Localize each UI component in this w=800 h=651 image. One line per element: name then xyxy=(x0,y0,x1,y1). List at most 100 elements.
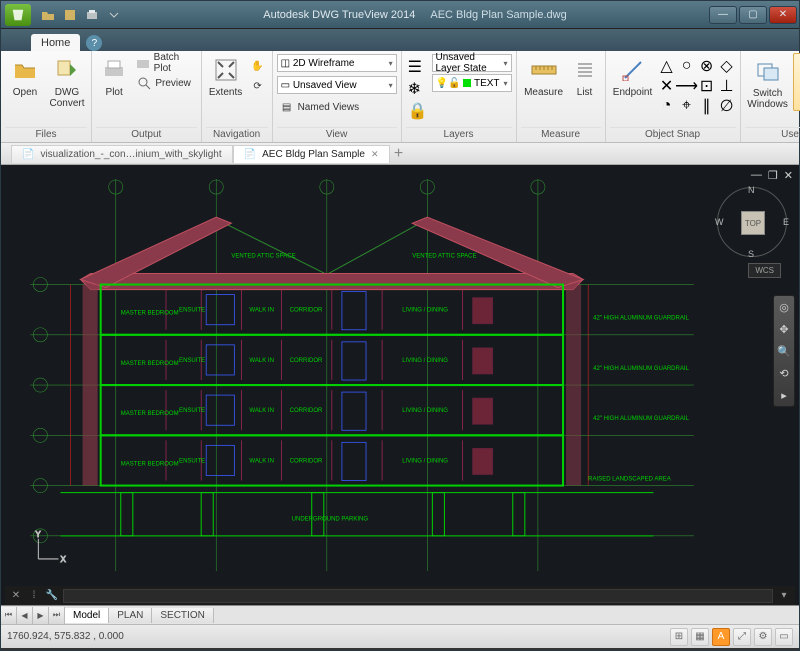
svg-text:MASTER BEDROOM: MASTER BEDROOM xyxy=(121,361,179,367)
osnap-extension-icon[interactable]: ⟶ xyxy=(678,77,696,95)
viewport-restore-icon[interactable]: ❐ xyxy=(768,169,778,182)
dwg-icon: 📄 xyxy=(244,149,256,160)
panel-output: Plot Batch Plot Preview Output xyxy=(92,51,202,142)
osnap-node-icon[interactable]: ⊗ xyxy=(698,57,716,75)
viewcube-w[interactable]: W xyxy=(715,217,724,227)
close-tab-icon[interactable]: ✕ xyxy=(371,149,379,160)
app-menu-button[interactable] xyxy=(5,4,31,26)
status-annotation-button[interactable]: A xyxy=(712,628,730,646)
saved-view-combo[interactable]: ▭ Unsaved View▾ xyxy=(277,76,397,94)
osnap-none-icon[interactable]: ∅ xyxy=(718,97,736,115)
viewcube-e[interactable]: E xyxy=(783,217,789,227)
dwg-convert-button[interactable]: DWG Convert xyxy=(47,53,87,109)
status-workspace-button[interactable]: ⚙ xyxy=(754,628,772,646)
status-scale-button[interactable]: ⤢ xyxy=(733,628,751,646)
close-button[interactable]: ✕ xyxy=(769,6,797,24)
layout-nav-prev[interactable]: ◀ xyxy=(17,607,33,624)
osnap-parallel-icon[interactable]: ∥ xyxy=(698,97,716,115)
command-input[interactable] xyxy=(63,589,773,603)
qat-dropdown-icon[interactable] xyxy=(105,6,123,24)
cmd-handle-icon[interactable]: ⁞ xyxy=(27,589,41,603)
layer-lock-icon[interactable]: 🔒 xyxy=(408,101,428,121)
layer-props-icon[interactable]: ☰ xyxy=(408,57,428,77)
wcs-label[interactable]: WCS xyxy=(748,263,781,278)
file-tabs-button[interactable]: File Tabs xyxy=(793,53,800,111)
drawing-viewport[interactable]: — ❐ ✕ N E S W TOP WCS ◎ ✥ 🔍 ⟲ ▸ xyxy=(1,165,799,605)
osnap-midpoint-icon[interactable]: △ xyxy=(658,57,676,75)
layout-tab-section[interactable]: SECTION xyxy=(152,608,213,623)
layer-freeze-icon[interactable]: ❄ xyxy=(408,79,428,99)
batch-plot-button[interactable]: Batch Plot xyxy=(134,53,196,73)
svg-text:42" HIGH ALUMINUM GUARDRAIL: 42" HIGH ALUMINUM GUARDRAIL xyxy=(593,366,689,372)
osnap-perpendicular-icon[interactable]: ⊥ xyxy=(718,77,736,95)
osnap-center-icon[interactable]: ○ xyxy=(678,57,696,75)
nav-showmotion-icon[interactable]: ▸ xyxy=(776,387,792,403)
qat-open-icon[interactable] xyxy=(39,6,57,24)
cmd-wrench-icon[interactable]: 🔧 xyxy=(45,589,59,603)
chevron-down-icon: ▾ xyxy=(385,81,393,90)
layout-nav-next[interactable]: ▶ xyxy=(33,607,49,624)
add-tab-button[interactable]: + xyxy=(390,145,408,163)
layer-state-combo[interactable]: Unsaved Layer State▾ xyxy=(432,54,512,72)
osnap-grid: △ ○ ⊗ ◇ ✕ ⟶ ⊡ ⊥ ◔ ⌖ ∥ ∅ xyxy=(658,53,736,115)
viewcube-n[interactable]: N xyxy=(748,185,755,195)
minimize-button[interactable]: — xyxy=(709,6,737,24)
osnap-tangent-icon[interactable]: ◔ xyxy=(658,97,676,115)
preview-button[interactable]: Preview xyxy=(134,73,196,93)
layout-nav-first[interactable]: ⏮ xyxy=(1,607,17,624)
status-bar: 1760.924, 575.832 , 0.000 ⊞ ▦ A ⤢ ⚙ ▭ xyxy=(1,624,799,648)
cmd-recent-icon[interactable]: ▾ xyxy=(777,589,791,603)
layout-tab-plan[interactable]: PLAN xyxy=(109,608,152,623)
viewcube-s[interactable]: S xyxy=(748,249,754,259)
switch-windows-icon xyxy=(753,56,783,86)
nav-orbit-icon[interactable]: ⟲ xyxy=(776,365,792,381)
layout-tab-model[interactable]: Model xyxy=(65,608,109,623)
osnap-intersection-icon[interactable]: ✕ xyxy=(658,77,676,95)
qat-convert-icon[interactable] xyxy=(61,6,79,24)
list-button[interactable]: List xyxy=(569,53,601,98)
status-model-button[interactable]: ⊞ xyxy=(670,628,688,646)
tab-home[interactable]: Home xyxy=(31,34,80,51)
dwg-convert-icon xyxy=(52,55,82,85)
window-title: Autodesk DWG TrueView 2014 AEC Bldg Plan… xyxy=(123,9,707,21)
named-views-button[interactable]: ▤Named Views xyxy=(277,97,362,117)
osnap-nearest-icon[interactable]: ⌖ xyxy=(678,97,696,115)
doc-tab-inactive[interactable]: 📄visualization_-_con…inium_with_skylight xyxy=(11,145,233,163)
nav-zoom-icon[interactable]: 🔍 xyxy=(776,343,792,359)
measure-button[interactable]: Measure xyxy=(521,53,567,98)
panel-view: ◫ 2D Wireframe▾ ▭ Unsaved View▾ ▤Named V… xyxy=(273,51,402,142)
viewport-minimize-icon[interactable]: — xyxy=(751,169,762,182)
viewcube-top[interactable]: TOP xyxy=(741,211,765,235)
switch-windows-button[interactable]: Switch Windows xyxy=(745,53,791,111)
osnap-quadrant-icon[interactable]: ◇ xyxy=(718,57,736,75)
cmd-close-icon[interactable]: ✕ xyxy=(9,589,23,603)
endpoint-button[interactable]: Endpoint xyxy=(610,53,656,98)
svg-text:CORRIDOR: CORRIDOR xyxy=(290,408,323,414)
svg-text:Y: Y xyxy=(35,530,41,539)
open-button[interactable]: Open xyxy=(5,53,45,98)
help-button[interactable]: ? xyxy=(86,35,102,51)
orbit-button[interactable]: ⟳ xyxy=(248,76,268,96)
svg-text:42" HIGH ALUMINUM GUARDRAIL: 42" HIGH ALUMINUM GUARDRAIL xyxy=(593,316,689,322)
panel-ui-title: User Interface xyxy=(745,127,800,142)
qat-plot-icon[interactable] xyxy=(83,6,101,24)
ribbon-tab-strip: Home ? xyxy=(1,29,799,51)
nav-wheel-icon[interactable]: ◎ xyxy=(776,299,792,315)
plot-button[interactable]: Plot xyxy=(96,53,132,98)
maximize-button[interactable]: ▢ xyxy=(739,6,767,24)
layout-nav-last[interactable]: ⏭ xyxy=(49,607,65,624)
viewport-close-icon[interactable]: ✕ xyxy=(784,169,793,182)
command-bar: ✕ ⁞ 🔧 ▾ xyxy=(5,586,795,605)
extents-button[interactable]: Extents xyxy=(206,53,246,98)
visual-style-combo[interactable]: ◫ 2D Wireframe▾ xyxy=(277,54,397,72)
pan-button[interactable]: ✋ xyxy=(248,56,268,76)
status-clean-button[interactable]: ▭ xyxy=(775,628,793,646)
nav-pan-icon[interactable]: ✥ xyxy=(776,321,792,337)
status-grid-button[interactable]: ▦ xyxy=(691,628,709,646)
zoom-extents-icon xyxy=(211,55,241,85)
wireframe-icon: ◫ xyxy=(281,58,290,69)
doc-tab-active[interactable]: 📄AEC Bldg Plan Sample✕ xyxy=(233,145,390,163)
layer-current-combo[interactable]: 💡🔓 TEXT▾ xyxy=(432,74,512,92)
osnap-insertion-icon[interactable]: ⊡ xyxy=(698,77,716,95)
viewcube[interactable]: N E S W TOP xyxy=(717,187,787,257)
